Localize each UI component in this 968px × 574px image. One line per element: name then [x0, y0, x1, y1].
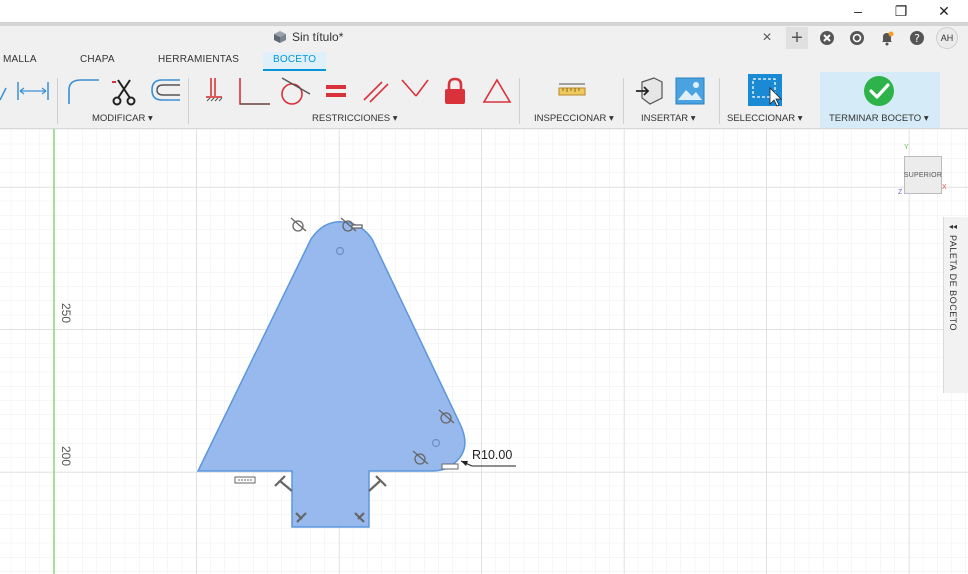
finish-sketch-check-icon[interactable]	[862, 76, 896, 106]
tab-herramientas[interactable]: HERRAMIENTAS	[158, 54, 239, 65]
seleccionar-menu[interactable]: SELECCIONAR ▾	[727, 113, 803, 124]
user-avatar[interactable]: AH	[936, 27, 958, 49]
insertar-menu[interactable]: INSERTAR ▾	[641, 113, 696, 124]
tab-chapa[interactable]: CHAPA	[80, 54, 115, 65]
window-title-bar: – ❐ ✕	[0, 0, 968, 22]
restore-icon[interactable]: ❐	[881, 0, 921, 22]
radius-dimension-text[interactable]: R10.00	[472, 448, 512, 462]
dimension-line-icon[interactable]	[16, 76, 50, 106]
select-window-icon[interactable]	[748, 74, 784, 107]
measure-ruler-icon[interactable]	[555, 76, 589, 106]
trim-scissors-icon[interactable]	[110, 76, 140, 106]
close-icon[interactable]: ✕	[924, 0, 964, 22]
separator	[57, 78, 58, 124]
new-tab-icon[interactable]: +	[786, 27, 808, 49]
parallel-constraint-icon[interactable]	[360, 76, 392, 106]
ruler-label-200: 200	[59, 445, 74, 467]
cube-document-icon	[274, 31, 286, 43]
sketch-palette-panel[interactable]: ◂◂ PALETA DE BOCETO	[943, 217, 968, 393]
close-document-icon[interactable]: ×	[756, 27, 778, 49]
terminar-boceto-menu[interactable]: TERMINAR BOCETO ▾	[829, 113, 929, 124]
restricciones-menu[interactable]: RESTRICCIONES ▾	[312, 113, 398, 124]
tangent-constraint-icon[interactable]	[278, 76, 312, 106]
ruler-label-250: 250	[59, 302, 74, 324]
extensions-icon[interactable]	[816, 27, 838, 49]
palette-label: PALETA DE BOCETO	[948, 235, 958, 332]
insert-derive-icon[interactable]	[634, 76, 666, 106]
fix-lock-icon[interactable]	[440, 76, 470, 106]
fillet-icon[interactable]	[65, 76, 101, 106]
workspace-tabs: MALLA CHAPA HERRAMIENTAS BOCETO	[0, 50, 968, 72]
modificar-menu[interactable]: MODIFICAR ▾	[92, 113, 153, 124]
minimize-icon[interactable]: –	[838, 0, 878, 22]
perpendicular-constraint-icon[interactable]	[236, 76, 272, 106]
tab-malla[interactable]: MALLA	[3, 54, 37, 65]
sketch-toolbar: MODIFICAR ▾ RESTRICCIONES ▾ INSPECCIONAR…	[0, 72, 968, 129]
separator	[519, 78, 520, 124]
sketch-canvas[interactable]: 250 200 R10.00 Y SUPERIOR X Z ◂◂ PALETA …	[0, 129, 968, 574]
viewcube[interactable]: SUPERIOR	[904, 156, 942, 194]
job-status-icon[interactable]	[846, 27, 868, 49]
help-icon[interactable]: ?	[906, 27, 928, 49]
equal-constraint-icon[interactable]	[322, 76, 350, 106]
coincident-constraint-icon[interactable]	[398, 76, 432, 106]
triangle-constraint-icon[interactable]	[480, 76, 514, 106]
polygon-tool-icon[interactable]	[0, 76, 14, 106]
insert-image-icon[interactable]	[674, 76, 706, 106]
separator	[719, 78, 720, 124]
viewcube-x-axis: X	[942, 184, 947, 191]
horizontal-vertical-constraint-icon[interactable]	[200, 76, 228, 106]
svg-text:?: ?	[914, 32, 920, 45]
tab-boceto[interactable]: BOCETO	[263, 52, 327, 71]
document-title: Sin título*	[292, 30, 344, 44]
document-tab[interactable]: Sin título*	[272, 30, 343, 44]
separator	[623, 78, 624, 124]
inspeccionar-menu[interactable]: INSPECCIONAR ▾	[534, 113, 614, 124]
document-tab-row: Sin título* × + ? AH	[0, 26, 968, 50]
separator	[188, 78, 189, 124]
collapse-arrows-icon[interactable]: ◂◂	[949, 222, 957, 231]
grid-and-sketch	[0, 129, 968, 574]
header-actions: × + ? AH	[756, 27, 958, 49]
offset-icon[interactable]	[148, 76, 182, 106]
viewcube-y-axis: Y	[904, 144, 909, 151]
viewcube-z-axis: Z	[898, 189, 903, 196]
notifications-icon[interactable]	[876, 27, 898, 49]
